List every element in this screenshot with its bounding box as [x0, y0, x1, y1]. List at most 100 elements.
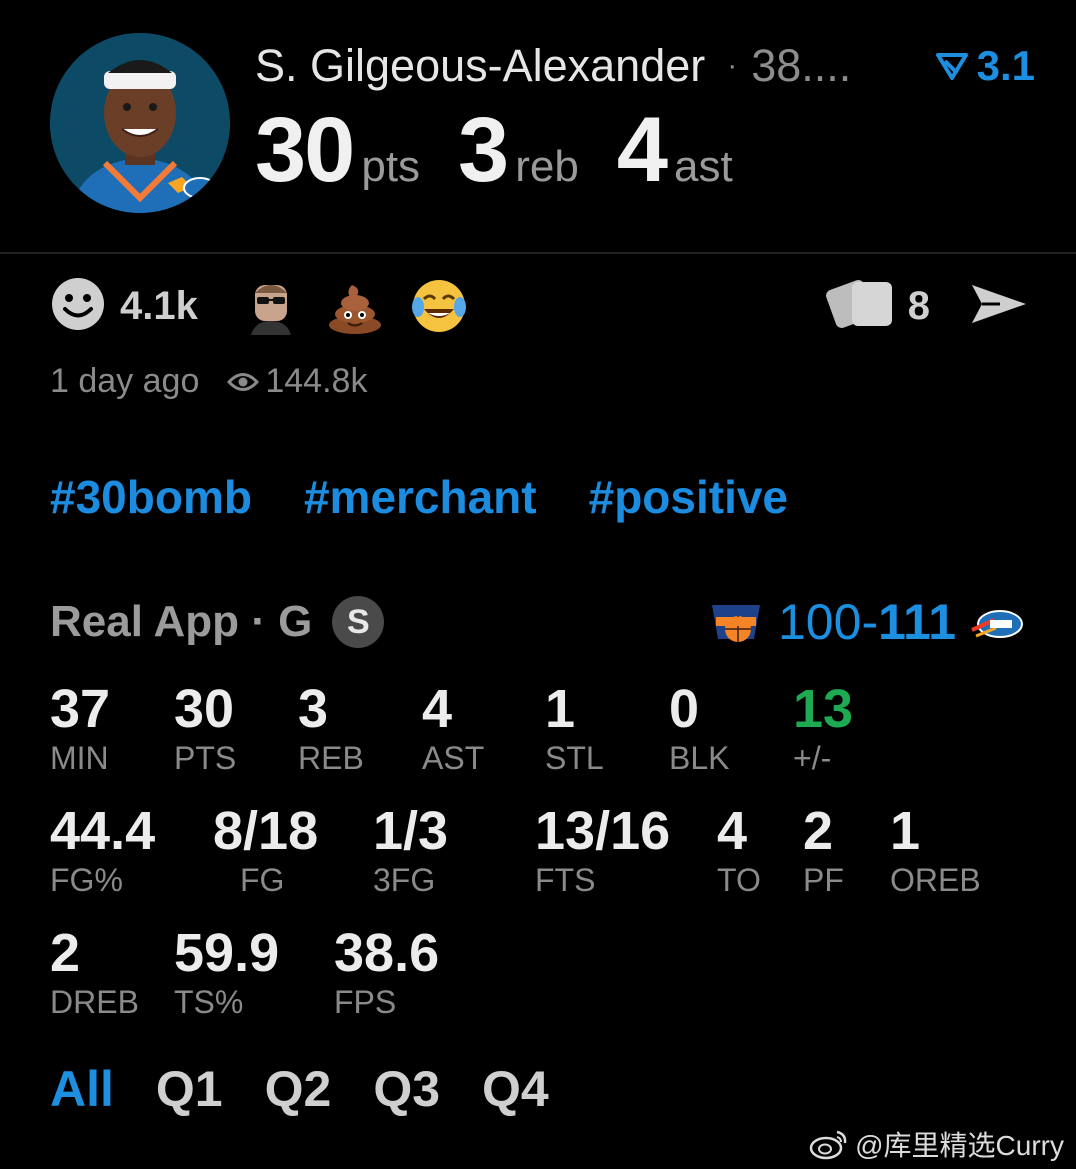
stat-value: 2: [803, 801, 834, 861]
stat-ast: 4 AST: [422, 680, 484, 778]
headline-ast-value: 4: [616, 99, 668, 201]
stat-label: PTS: [174, 740, 237, 776]
stat-value: 59.9: [174, 923, 280, 983]
stat-value: 8/18: [213, 801, 319, 861]
stat-pf: 2 PF: [803, 802, 844, 900]
view-count-value: 144.8k: [265, 362, 368, 400]
headline-reb-unit: reb: [515, 142, 579, 191]
stat-plus-minus: 13 +/-: [793, 680, 853, 778]
stat-label: FG%: [50, 862, 123, 898]
stat-label: TO: [717, 862, 761, 898]
home-score: 111: [878, 594, 956, 650]
post-meta: 1 day ago 144.8k: [50, 362, 367, 401]
watermark: @库里精选Curry: [809, 1124, 1064, 1164]
headline-pts-unit: pts: [361, 142, 421, 191]
stat-label: TS%: [174, 984, 244, 1020]
stat-value: 44.4: [50, 801, 156, 861]
stat-value: 1: [545, 679, 576, 739]
post-actions: 8: [825, 275, 1028, 337]
view-count: 144.8k: [227, 362, 367, 401]
headline-pts-value: 30: [255, 99, 355, 201]
stat-3fg: 1/3 3FG: [373, 802, 448, 900]
stat-label: AST: [422, 740, 485, 776]
score-dash: -: [861, 594, 879, 650]
stat-fps: 38.6 FPS: [334, 924, 439, 1022]
reactions-bar: 4.1k: [50, 275, 494, 337]
stat-value: 1: [890, 801, 921, 861]
hashtag[interactable]: #30bomb: [50, 470, 252, 524]
stat-label: BLK: [669, 740, 730, 776]
stat-value: 0: [669, 679, 700, 739]
stat-pts: 30 PTS: [174, 680, 236, 778]
tab-q2[interactable]: Q2: [265, 1060, 332, 1118]
hashtag[interactable]: #merchant: [304, 470, 537, 524]
time-ago: 1 day ago: [50, 362, 200, 400]
stat-value: 13/16: [535, 801, 671, 861]
player-avatar[interactable]: [50, 33, 230, 213]
comments-icon[interactable]: [825, 276, 898, 337]
stat-label: OREB: [890, 862, 981, 898]
stat-min: 37 MIN: [50, 680, 110, 778]
stat-fg: 8/18 FG: [213, 802, 318, 900]
stat-fts: 13/16 FTS: [535, 802, 670, 900]
separator-dot: ·: [727, 49, 738, 82]
stat-label: FPS: [334, 984, 397, 1020]
tab-q4[interactable]: Q4: [482, 1060, 549, 1118]
smile-react-icon[interactable]: [50, 276, 106, 337]
headline-ast-unit: ast: [673, 142, 733, 191]
weibo-icon: [809, 1130, 847, 1160]
quarter-tabs: All Q1 Q2 Q3 Q4: [50, 1060, 591, 1118]
tab-q3[interactable]: Q3: [373, 1060, 440, 1118]
player-detail: 38....: [751, 40, 852, 91]
stat-label: MIN: [50, 740, 109, 776]
stat-stl: 1 STL: [545, 680, 604, 778]
player-name-row: S. Gilgeous-Alexander · 38.... 3.1: [255, 38, 1035, 94]
tab-all[interactable]: All: [50, 1060, 114, 1118]
stat-value: 30: [174, 679, 235, 739]
trend-value: 3.1: [976, 42, 1035, 89]
stat-value: 4: [717, 801, 748, 861]
comment-count: 8: [907, 283, 930, 328]
stat-label: DREB: [50, 984, 139, 1020]
stat-value: 37: [50, 679, 111, 739]
stat-ts-pct: 59.9 TS%: [174, 924, 279, 1022]
person-sunglasses-emoji[interactable]: [242, 277, 300, 335]
stat-blk: 0 BLK: [669, 680, 729, 778]
stat-value: 1/3: [373, 801, 449, 861]
okc-logo-icon: [970, 602, 1026, 642]
stat-value: 13: [793, 679, 854, 739]
stat-oreb: 1 OREB: [890, 802, 981, 900]
stat-value: 4: [422, 679, 453, 739]
stat-label: FTS: [535, 862, 596, 898]
away-score: 100: [778, 594, 862, 650]
game-header: Real App · G S 100 - 111: [50, 592, 1026, 652]
tab-q1[interactable]: Q1: [156, 1060, 223, 1118]
watermark-text: @库里精选Curry: [855, 1130, 1064, 1161]
poop-emoji[interactable]: [326, 277, 384, 335]
stat-label: PF: [803, 862, 844, 898]
like-count: 4.1k: [120, 283, 198, 328]
stat-dreb: 2 DREB: [50, 924, 139, 1022]
headline-statline: 30 pts 3 reb 4 ast: [255, 98, 771, 201]
stat-fg-pct: 44.4 FG%: [50, 802, 155, 900]
laughing-tears-emoji[interactable]: [410, 277, 468, 335]
stat-value: 2: [50, 923, 81, 983]
game-score[interactable]: 100 - 111: [708, 592, 1026, 652]
game-source-label: Real App · G: [50, 597, 313, 646]
hashtag[interactable]: #positive: [589, 470, 788, 524]
eye-icon: [227, 372, 260, 391]
stat-label: STL: [545, 740, 604, 776]
trend-badge[interactable]: 3.1: [935, 42, 1035, 90]
stat-reb: 3 REB: [298, 680, 364, 778]
stat-value: 3: [298, 679, 329, 739]
source-badge[interactable]: S: [332, 596, 385, 648]
stat-to: 4 TO: [717, 802, 761, 900]
trend-down-icon: [935, 53, 968, 80]
knicks-logo-icon: [708, 599, 764, 645]
share-send-icon[interactable]: [970, 281, 1028, 332]
stat-label: +/-: [793, 740, 832, 776]
hashtag-list: #30bomb #merchant #positive: [50, 470, 840, 524]
stat-value: 38.6: [334, 923, 440, 983]
stat-label: 3FG: [373, 862, 436, 898]
player-name[interactable]: S. Gilgeous-Alexander: [255, 40, 705, 92]
